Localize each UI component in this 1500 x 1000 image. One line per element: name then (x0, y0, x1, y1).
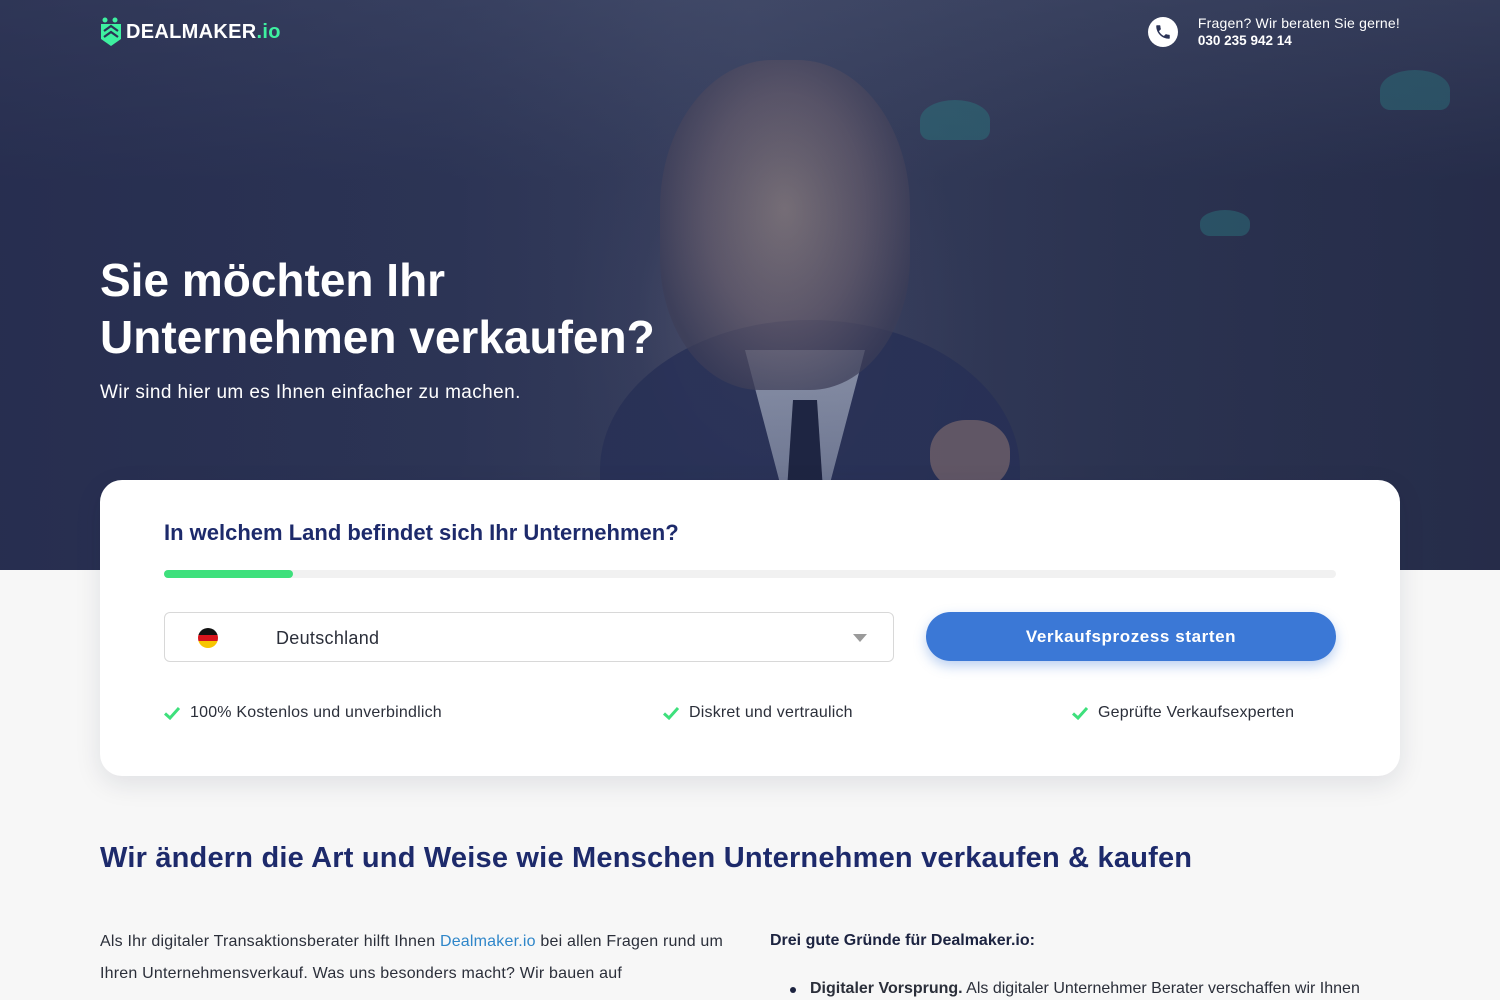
intro-paragraph: Als Ihr digitaler Transaktionsberater hi… (100, 933, 724, 982)
logo[interactable]: DEALMAKER.io (100, 16, 281, 48)
hero-subtitle: Wir sind hier um es Ihnen einfacher zu m… (100, 382, 521, 403)
chevron-down-icon (853, 634, 867, 642)
logo-text: DEALMAKER.io (126, 20, 281, 43)
feature-label: 100% Kostenlos und unverbindlich (190, 704, 442, 721)
contact-phone-number[interactable]: 030 235 942 14 (1198, 32, 1400, 50)
germany-flag-icon (198, 628, 218, 648)
start-sale-button[interactable]: Verkaufsprozess starten (926, 612, 1336, 661)
check-icon (663, 706, 679, 720)
country-select[interactable]: Deutschland (164, 612, 894, 662)
feature-label: Diskret und vertraulich (689, 704, 853, 721)
reason-text: Als digitaler Unternehmer Berater versch… (962, 980, 1360, 997)
reasons-title: Drei gute Gründe für Dealmaker.io: (770, 932, 1035, 949)
form-question: In welchem Land befindet sich Ihr Untern… (164, 520, 679, 545)
reason-item: Digitaler Vorsprung. Als digitaler Unter… (790, 980, 1410, 998)
header-contact: Fragen? Wir beraten Sie gerne! 030 235 9… (1147, 14, 1400, 50)
feature-label: Geprüfte Verkaufsexperten (1098, 704, 1295, 721)
reason-bold: Digitaler Vorsprung. (810, 980, 963, 997)
check-icon (164, 706, 180, 720)
hero-title-line1: Sie möchten Ihr (100, 254, 446, 306)
phone-icon[interactable] (1147, 17, 1178, 47)
hero-title: Sie möchten Ihr Unternehmen verkaufen? (100, 252, 740, 366)
feature-item: Diskret und vertraulich (663, 704, 853, 722)
country-select-value: Deutschland (276, 628, 380, 648)
logo-mark-icon (100, 17, 122, 47)
hero-title-line2: Unternehmen verkaufen? (100, 311, 655, 363)
section-title: Wir ändern die Art und Weise wie Mensche… (100, 842, 1193, 874)
progress-bar-fill (164, 570, 293, 578)
contact-question: Fragen? Wir beraten Sie gerne! (1197, 15, 1400, 31)
progress-bar (164, 570, 1336, 578)
country-form-card: In welchem Land befindet sich Ihr Untern… (100, 480, 1400, 776)
dealmaker-link[interactable]: Dealmaker.io (440, 933, 536, 950)
check-icon (1072, 706, 1088, 720)
bullet (790, 987, 796, 993)
feature-item: 100% Kostenlos und unverbindlich (164, 704, 442, 722)
feature-item: Geprüfte Verkaufsexperten (1072, 704, 1294, 722)
